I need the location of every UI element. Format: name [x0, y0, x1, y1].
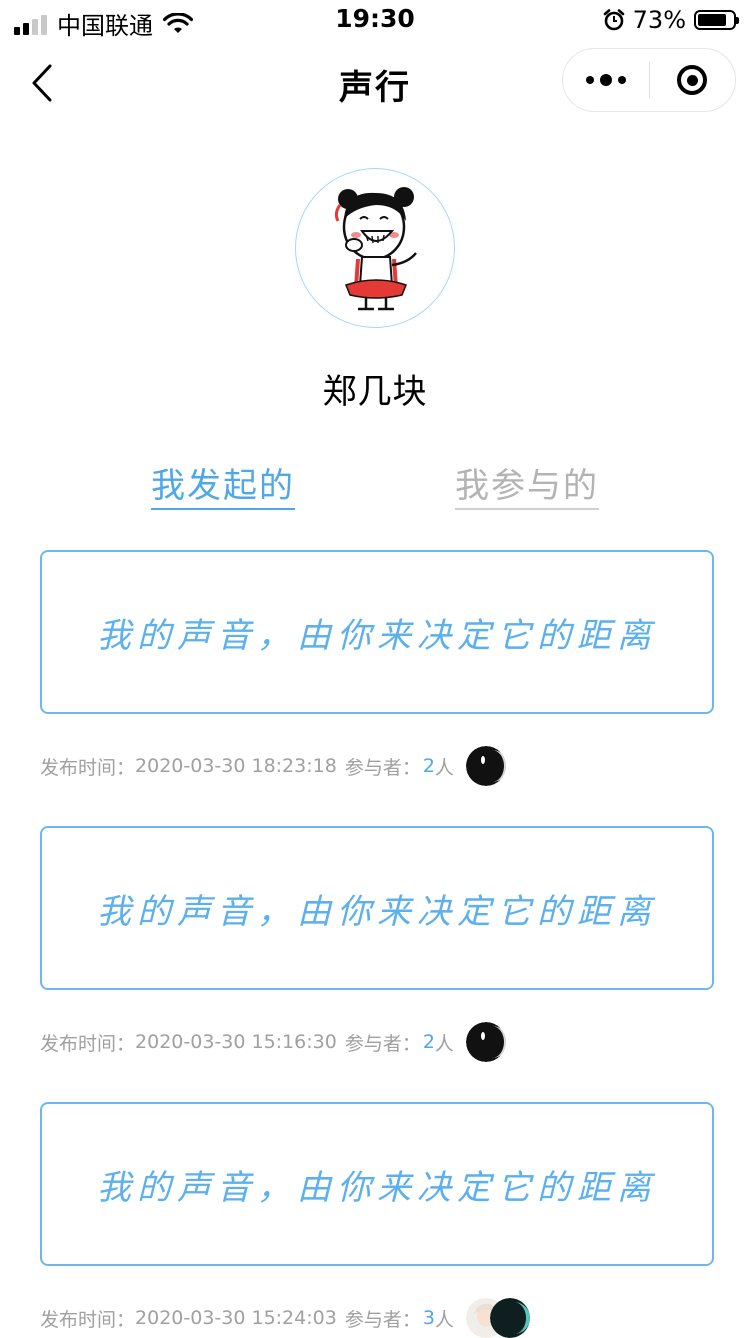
profile-username: 郑几块 [322, 372, 428, 412]
battery-percent: 73% [632, 6, 686, 34]
teal-moon-avatar-image [489, 1298, 530, 1338]
post-meta: 发布时间： 2020-03-30 18:23:18 参与者： 2 人 [40, 746, 506, 786]
status-bar: 中国联通 19:30 73% [0, 0, 750, 40]
publish-label: 发布时间： [40, 1032, 136, 1055]
mini-program-capsule [562, 48, 736, 112]
participant-avatars [465, 1298, 530, 1338]
battery-icon [694, 10, 739, 30]
close-button[interactable] [650, 49, 736, 111]
more-dots-icon [585, 74, 626, 86]
post-card[interactable]: 我的声音，由你来决定它的距离 [40, 826, 714, 990]
participants-unit: 人 [434, 1308, 454, 1331]
cartoon-girl-avatar-image [334, 187, 417, 311]
close-target-icon [677, 65, 708, 95]
publish-label: 发布时间： [40, 1308, 136, 1331]
participant-avatars [465, 1022, 506, 1062]
publish-time: 2020-03-30 18:23:18 [135, 755, 337, 777]
post-card[interactable]: 我的声音，由你来决定它的距离 [40, 550, 714, 714]
participant-avatars [465, 746, 506, 786]
participants-label: 参与者： [344, 1032, 421, 1055]
participants-count: 2 [422, 755, 435, 777]
participants-count: 2 [422, 1031, 435, 1053]
post-text: 我的声音，由你来决定它的距离 [97, 615, 657, 656]
post-meta: 发布时间： 2020-03-30 15:24:03 参与者： 3 人 [40, 1298, 530, 1338]
participants-label: 参与者： [344, 756, 421, 779]
profile-avatar[interactable] [295, 168, 455, 328]
navigation-bar: 声行 [0, 40, 750, 128]
participant-avatar[interactable] [465, 746, 506, 786]
post-card[interactable]: 我的声音，由你来决定它的距离 [40, 1102, 714, 1266]
participant-avatar[interactable] [465, 1022, 506, 1062]
dark-moon-avatar-image [465, 746, 506, 786]
post-text: 我的声音，由你来决定它的距离 [97, 891, 657, 932]
more-button[interactable] [563, 49, 649, 111]
post-text: 我的声音，由你来决定它的距离 [97, 1167, 657, 1208]
participant-avatar[interactable] [489, 1298, 530, 1338]
participants-unit: 人 [434, 1032, 454, 1055]
publish-label: 发布时间： [40, 756, 136, 779]
status-right: 73% [603, 6, 739, 34]
publish-time: 2020-03-30 15:16:30 [135, 1031, 337, 1053]
tab-initiated[interactable]: 我发起的 [151, 458, 295, 510]
tab-participated[interactable]: 我参与的 [455, 458, 599, 510]
participants-unit: 人 [434, 756, 454, 779]
alarm-icon [603, 9, 624, 31]
dark-moon-avatar-image [465, 1022, 506, 1062]
participants-count: 3 [422, 1307, 435, 1329]
participants-label: 参与者： [344, 1308, 421, 1331]
post-meta: 发布时间： 2020-03-30 15:16:30 参与者： 2 人 [40, 1022, 506, 1062]
publish-time: 2020-03-30 15:24:03 [135, 1307, 337, 1329]
